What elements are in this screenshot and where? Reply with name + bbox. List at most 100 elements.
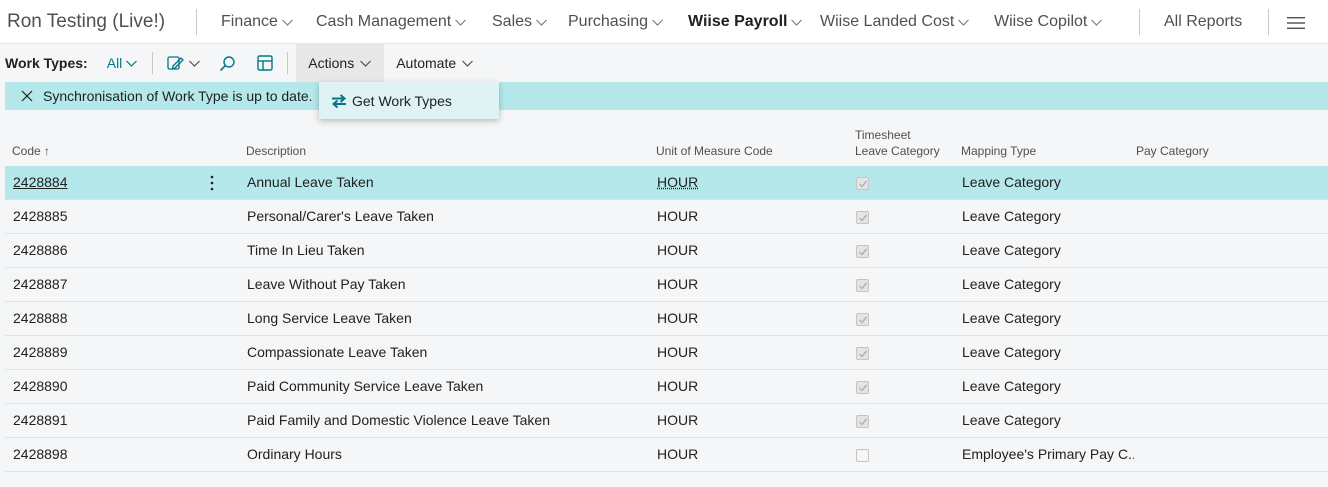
hamburger-menu-icon[interactable] [1287, 17, 1305, 29]
column-header-code[interactable]: Code ↑ [12, 143, 50, 159]
sort-ascending-icon: ↑ [44, 144, 51, 158]
table-row[interactable]: 2428887 Leave Without Pay Taken HOUR Leave … [5, 268, 1328, 302]
mapping-type-cell: Leave Category [962, 344, 1061, 360]
toolbar-divider [152, 52, 154, 74]
notification-bar: Synchronisation of Work Type is up to da… [5, 82, 1328, 110]
chevron-down-icon [790, 17, 803, 27]
timesheet-leave-checkbox[interactable] [856, 381, 869, 394]
nav-divider [1268, 8, 1269, 35]
all-reports-link[interactable]: All Reports [1140, 13, 1268, 31]
code-cell[interactable]: 2428887 [13, 268, 193, 301]
automate-menu-button[interactable]: Automate [384, 44, 486, 82]
description-cell: Annual Leave Taken [247, 174, 374, 190]
search-button[interactable] [219, 44, 236, 82]
checkmark-icon [859, 180, 868, 188]
column-header-uom[interactable]: Unit of Measure Code [656, 143, 773, 159]
description-cell: Personal/Carer's Leave Taken [247, 208, 434, 224]
checkmark-icon [859, 248, 868, 256]
code-cell[interactable]: 2428890 [13, 370, 193, 403]
table-header: Code ↑ Description Unit of Measure Code … [5, 118, 1328, 166]
table-row[interactable]: 2428884 Annual Leave Taken HOUR Leave Categ… [5, 166, 1328, 200]
column-header-description[interactable]: Description [246, 143, 306, 159]
timesheet-leave-checkbox[interactable] [856, 245, 869, 258]
uom-cell[interactable]: HOUR [657, 302, 837, 335]
code-cell[interactable]: 2428885 [13, 200, 193, 233]
table-row[interactable]: 2428891 Paid Family and Domestic Violence… [5, 404, 1328, 438]
work-types-table: Code ↑ Description Unit of Measure Code … [5, 118, 1328, 472]
nav-item-wiise-landed-cost[interactable]: Wiise Landed Cost [820, 0, 994, 43]
uom-cell[interactable]: HOUR [657, 268, 837, 301]
timesheet-leave-checkbox[interactable] [856, 415, 869, 428]
checkmark-icon [859, 384, 868, 392]
nav-item-label: Cash Management [316, 12, 452, 30]
column-header-timesheet-leave-category[interactable]: Timesheet Leave Category [855, 127, 940, 159]
chevron-down-icon [281, 17, 294, 27]
chevron-down-icon [359, 58, 372, 68]
nav-item-finance[interactable]: Finance [197, 0, 316, 43]
uom-cell[interactable]: HOUR [657, 336, 837, 369]
nav-item-wiise-copilot[interactable]: Wiise Copilot [994, 0, 1131, 43]
nav-item-label: Wiise Copilot [994, 12, 1088, 30]
nav-item-label: Wiise Payroll [688, 12, 788, 30]
nav-item-sales[interactable]: Sales [492, 0, 568, 43]
description-cell: Paid Community Service Leave Taken [247, 378, 484, 394]
mapping-type-cell: Employee's Primary Pay C... [962, 446, 1134, 462]
table-row[interactable]: 2428885 Personal/Carer's Leave Taken HOUR L… [5, 200, 1328, 234]
uom-cell[interactable]: HOUR [657, 200, 837, 233]
uom-cell[interactable]: HOUR [657, 166, 837, 199]
code-cell[interactable]: 2428889 [13, 336, 193, 369]
view-filter-value: All [106, 55, 123, 71]
filter-pane-button[interactable] [257, 44, 273, 82]
timesheet-leave-checkbox[interactable] [856, 279, 869, 292]
uom-cell[interactable]: HOUR [657, 370, 837, 403]
chevron-down-icon [188, 58, 201, 68]
table-row[interactable]: 2428886 Time In Lieu Taken HOUR Leave Categ… [5, 234, 1328, 268]
timesheet-leave-checkbox[interactable] [856, 211, 869, 224]
table-row[interactable]: 2428898 Ordinary Hours HOUR Employee's Prim… [5, 438, 1328, 472]
description-cell: Time In Lieu Taken [247, 242, 365, 258]
sync-arrows-icon [331, 93, 347, 108]
row-actions-icon[interactable] [210, 175, 214, 191]
nav-item-purchasing[interactable]: Purchasing [568, 0, 688, 43]
close-icon[interactable] [20, 89, 34, 103]
mapping-type-cell: Leave Category [962, 174, 1061, 190]
table-row[interactable]: 2428890 Paid Community Service Leave Take… [5, 370, 1328, 404]
checkmark-icon [859, 282, 868, 290]
get-work-types-menu-item[interactable]: Get Work Types [352, 93, 452, 109]
nav-item-label: Finance [221, 12, 278, 30]
table-row[interactable]: 2428889 Compassionate Leave Taken HOUR Leav… [5, 336, 1328, 370]
search-icon [220, 55, 235, 71]
top-navigation: Ron Testing (Live!) Finance Cash Manageme… [0, 0, 1328, 44]
notification-message: Synchronisation of Work Type is up to da… [43, 88, 313, 104]
nav-item-wiise-payroll[interactable]: Wiise Payroll [688, 0, 820, 43]
column-header-mapping-type[interactable]: Mapping Type [961, 143, 1036, 159]
timesheet-leave-checkbox[interactable] [856, 449, 869, 462]
actions-dropdown-menu: Get Work Types [319, 82, 499, 119]
code-cell[interactable]: 2428888 [13, 302, 193, 335]
description-cell: Paid Family and Domestic Violence Leave … [247, 412, 550, 428]
chevron-down-icon [461, 58, 474, 68]
view-filter-dropdown[interactable]: All [107, 55, 139, 71]
company-name[interactable]: Ron Testing (Live!) [0, 11, 196, 33]
uom-cell[interactable]: HOUR [657, 234, 837, 267]
code-cell[interactable]: 2428898 [13, 438, 193, 471]
uom-cell[interactable]: HOUR [657, 438, 837, 471]
code-cell[interactable]: 2428886 [13, 234, 193, 267]
code-cell[interactable]: 2428891 [13, 404, 193, 437]
code-cell[interactable]: 2428884 [13, 166, 193, 199]
nav-item-cash-management[interactable]: Cash Management [316, 0, 492, 43]
nav-item-label: Purchasing [568, 12, 649, 30]
automate-label: Automate [396, 55, 457, 71]
actions-menu-button[interactable]: Actions [296, 44, 385, 82]
timesheet-leave-checkbox[interactable] [856, 313, 869, 326]
uom-cell[interactable]: HOUR [657, 404, 837, 437]
action-bar: Work Types: All Actions Automate [0, 44, 1328, 82]
nav-item-label: Wiise Landed Cost [820, 12, 955, 30]
timesheet-leave-checkbox[interactable] [856, 177, 869, 190]
nav-item-label: Sales [492, 12, 533, 30]
mapping-type-cell: Leave Category [962, 378, 1061, 394]
timesheet-leave-checkbox[interactable] [856, 347, 869, 360]
edit-list-button[interactable] [167, 44, 201, 82]
column-header-pay-category[interactable]: Pay Category [1136, 143, 1209, 159]
table-row[interactable]: 2428888 Long Service Leave Taken HOUR Leave… [5, 302, 1328, 336]
